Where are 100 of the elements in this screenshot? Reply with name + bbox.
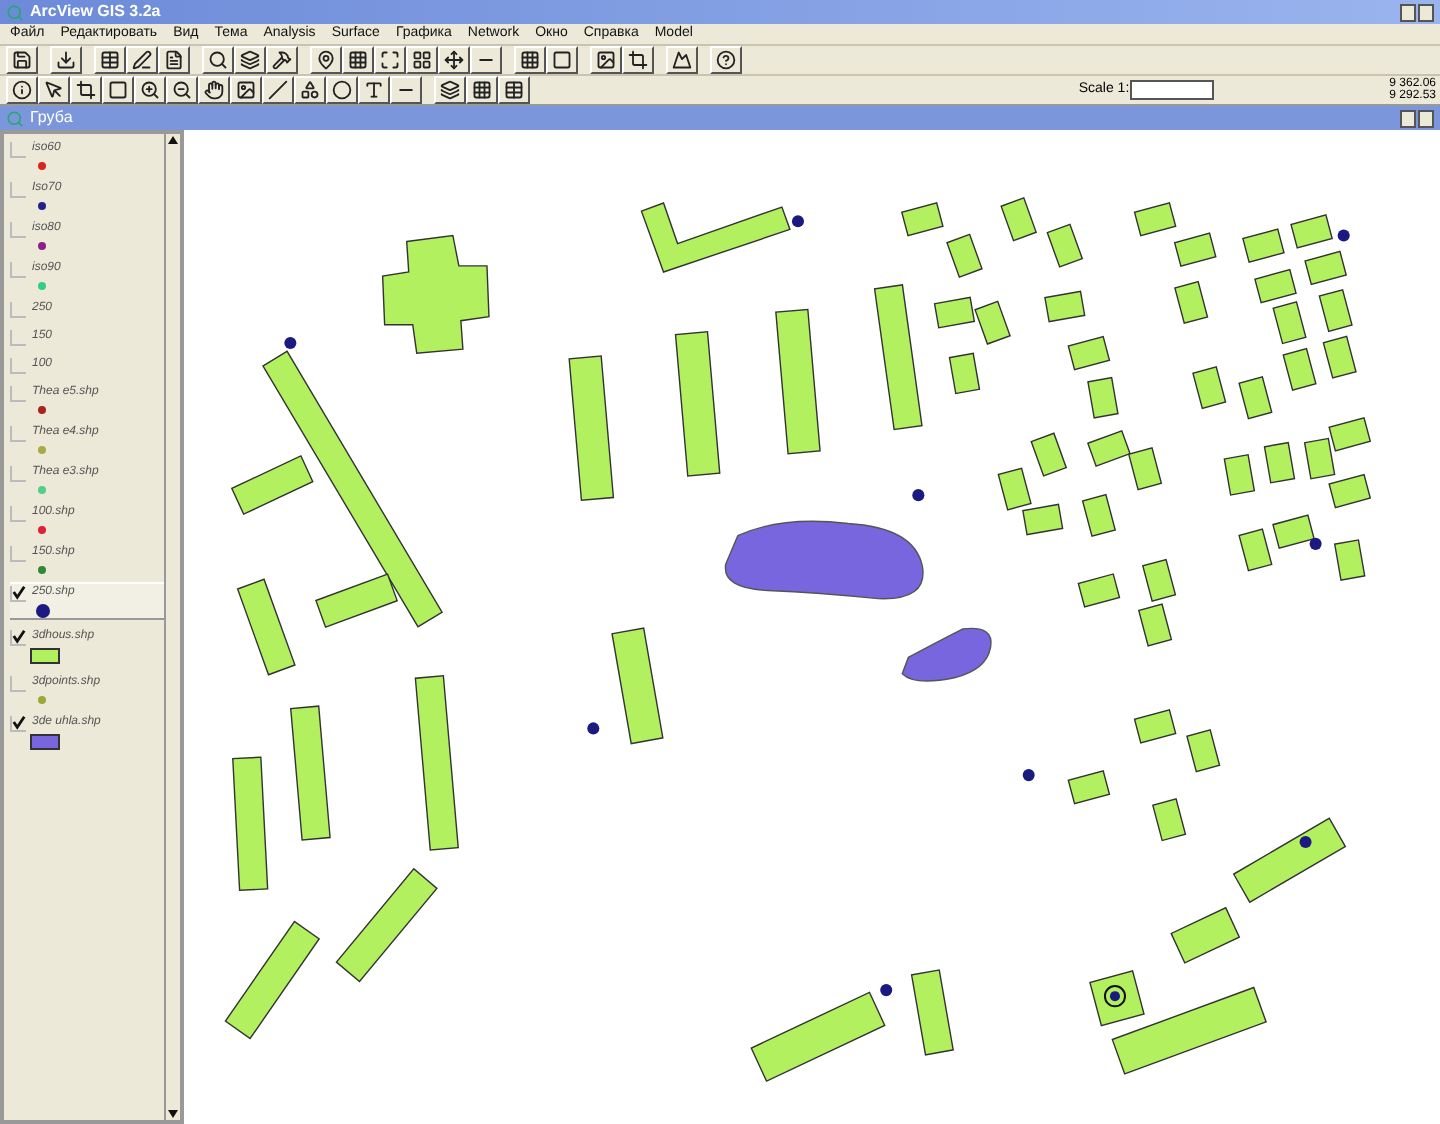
layer-checkbox[interactable] (10, 357, 26, 373)
tool-button[interactable] (498, 76, 530, 104)
tool-icon (268, 80, 288, 100)
building-shape (1081, 493, 1117, 538)
layer-checkbox[interactable] (10, 301, 26, 317)
point-marker (880, 984, 893, 997)
tool-button[interactable] (294, 76, 326, 104)
tool-button[interactable] (70, 76, 102, 104)
tool-button[interactable] (310, 46, 342, 74)
tool-button[interactable] (470, 46, 502, 74)
building-shape (948, 352, 981, 395)
tool-button[interactable] (390, 76, 422, 104)
layer-checkbox[interactable] (10, 425, 26, 441)
tool-button[interactable] (94, 46, 126, 74)
tool-icon (44, 80, 64, 100)
tool-icon (364, 80, 384, 100)
layer-checkbox[interactable] (10, 675, 26, 691)
building-shape (1044, 290, 1086, 323)
building-shape (933, 296, 976, 329)
tool-button[interactable] (466, 76, 498, 104)
building-shape (900, 201, 944, 237)
layer-checkbox[interactable] (10, 629, 26, 645)
building-shape (1272, 301, 1307, 345)
building-shape (1151, 798, 1187, 842)
tool-button[interactable] (6, 76, 38, 104)
layer-checkbox[interactable] (10, 585, 26, 601)
tool-button[interactable] (134, 76, 166, 104)
maximize-button[interactable] (1418, 109, 1434, 127)
layer-checkbox[interactable] (10, 329, 26, 345)
tool-button[interactable] (374, 46, 406, 74)
tool-button[interactable] (198, 76, 230, 104)
tool-button[interactable] (590, 46, 622, 74)
building-shape (1030, 432, 1068, 477)
layer-checkbox[interactable] (10, 465, 26, 481)
tool-button[interactable] (202, 46, 234, 74)
tool-icon (236, 80, 256, 100)
building-shape (1133, 709, 1177, 744)
building-shape (1174, 280, 1209, 325)
tool-button[interactable] (38, 76, 70, 104)
tool-button[interactable] (266, 46, 298, 74)
tool-icon (164, 50, 184, 70)
view-icon (6, 109, 24, 127)
layer-checkbox[interactable] (10, 545, 26, 561)
tool-icon (240, 50, 260, 70)
building-shape (1067, 769, 1111, 805)
maximize-button[interactable] (1418, 3, 1434, 21)
tool-icon (412, 50, 432, 70)
layer-checkbox[interactable] (10, 261, 26, 277)
layer-checkbox[interactable] (10, 385, 26, 401)
tool-button[interactable] (358, 76, 390, 104)
layer-checkbox[interactable] (10, 181, 26, 197)
minimize-button[interactable] (1400, 3, 1416, 21)
point-marker (587, 722, 600, 735)
tool-icon (440, 80, 460, 100)
layer-checkbox[interactable] (10, 221, 26, 237)
tool-button[interactable] (406, 46, 438, 74)
building-shape (1141, 558, 1177, 602)
tool-button[interactable] (666, 46, 698, 74)
layer-checkbox[interactable] (10, 505, 26, 521)
scroll-up-icon[interactable] (166, 134, 180, 146)
building-shape (1238, 528, 1273, 572)
building-shape (1333, 539, 1366, 581)
building-shape (1077, 573, 1121, 608)
tool-button[interactable] (50, 46, 82, 74)
scroll-down-icon[interactable] (166, 1108, 180, 1120)
tool-button[interactable] (158, 46, 190, 74)
tool-button[interactable] (434, 76, 466, 104)
tool-button[interactable] (230, 76, 262, 104)
tool-icon (272, 50, 292, 70)
tool-button[interactable] (438, 46, 470, 74)
tool-button[interactable] (710, 46, 742, 74)
tool-icon (332, 80, 352, 100)
tool-icon (12, 80, 32, 100)
view-title: Грубa (30, 106, 73, 130)
tool-button[interactable] (622, 46, 654, 74)
tool-button[interactable] (234, 46, 266, 74)
tool-button[interactable] (326, 76, 358, 104)
building-shape (1223, 453, 1256, 496)
scrollbar[interactable] (164, 134, 180, 1120)
tool-icon (100, 50, 120, 70)
tool-button[interactable] (546, 46, 578, 74)
tool-button[interactable] (166, 76, 198, 104)
tool-button[interactable] (262, 76, 294, 104)
building-shape (997, 467, 1032, 511)
building-shape (946, 233, 983, 278)
tool-button[interactable] (514, 46, 546, 74)
tool-icon (140, 80, 160, 100)
scale-field[interactable] (1129, 80, 1214, 100)
window-title: ArcView GIS 3.2a (30, 0, 161, 24)
layer-checkbox[interactable] (10, 715, 26, 731)
tool-button[interactable] (6, 46, 38, 74)
tool-button[interactable] (102, 76, 134, 104)
layer-checkbox[interactable] (10, 141, 26, 157)
tool-icon (56, 50, 76, 70)
point-marker (1299, 835, 1312, 849)
building-shape (232, 756, 269, 892)
minimize-button[interactable] (1400, 109, 1416, 127)
building-shape (289, 705, 331, 841)
tool-button[interactable] (126, 46, 158, 74)
tool-button[interactable] (342, 46, 374, 74)
